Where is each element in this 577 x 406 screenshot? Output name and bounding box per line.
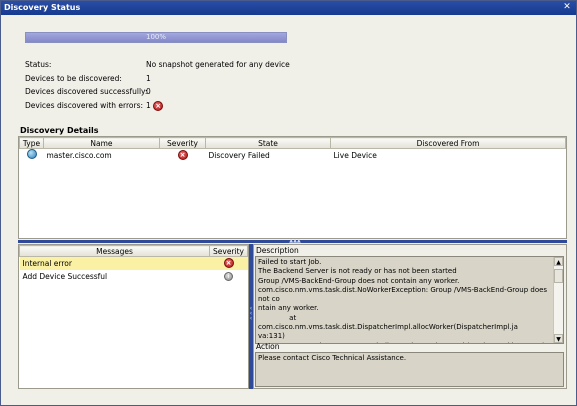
discovered-from-cell: Live Device xyxy=(333,150,377,160)
description-scrollbar[interactable]: ▲ ▼ xyxy=(553,257,563,343)
action-text: Please contact Cisco Technical Assistanc… xyxy=(258,354,407,362)
error-icon: × xyxy=(223,258,234,269)
detail-pane: Description Failed to start Job. The Bac… xyxy=(253,244,567,389)
status-value: No snapshot generated for any device xyxy=(146,60,290,69)
globe-icon xyxy=(26,149,37,160)
severity-cell: i xyxy=(210,270,248,283)
devices-successful-value: 0 xyxy=(146,87,151,96)
message-row[interactable]: Add Device Successful i xyxy=(20,270,248,283)
window-title: Discovery Status xyxy=(4,3,81,12)
type-cell xyxy=(20,149,44,162)
devices-successful-label: Devices discovered successfully: xyxy=(25,87,148,96)
message-cell: Add Device Successful xyxy=(22,271,108,281)
title-bar: Discovery Status ✕ xyxy=(1,1,576,15)
scroll-up-icon[interactable]: ▲ xyxy=(554,257,563,266)
name-cell: master.cisco.com xyxy=(46,150,112,160)
scroll-down-icon[interactable]: ▼ xyxy=(554,334,563,343)
discovery-details-table: Type Name Severity State Discovered From… xyxy=(18,136,567,239)
devices-to-discover-value: 1 xyxy=(146,74,151,83)
discovery-status-window: Discovery Status ✕ 100% Status: No snaps… xyxy=(0,0,577,406)
devices-errors-value-wrap: 1 × xyxy=(146,101,164,111)
action-label: Action xyxy=(256,342,280,351)
progress-label: 100% xyxy=(145,33,166,41)
description-label: Description xyxy=(256,246,299,255)
column-header-type[interactable]: Type xyxy=(19,137,44,149)
status-label: Status: xyxy=(25,60,52,69)
scroll-thumb[interactable] xyxy=(554,269,563,283)
state-cell: Discovery Failed xyxy=(208,150,270,160)
error-icon: × xyxy=(153,101,164,111)
description-text-area[interactable]: Failed to start Job. The Backend Server … xyxy=(255,256,564,344)
column-header-severity[interactable]: Severity xyxy=(159,137,206,149)
severity-cell: × xyxy=(209,256,248,270)
error-icon: × xyxy=(177,150,188,161)
devices-errors-label: Devices discovered with errors: xyxy=(25,101,144,110)
column-header-name[interactable]: Name xyxy=(43,137,160,149)
messages-table: Messages Severity Internal error × Add D… xyxy=(18,244,249,389)
column-header-messages[interactable]: Messages xyxy=(19,245,210,257)
devices-to-discover-label: Devices to be discovered: xyxy=(25,74,122,83)
devices-errors-value: 1 xyxy=(146,101,151,110)
column-header-severity[interactable]: Severity xyxy=(209,245,248,257)
close-icon[interactable]: ✕ xyxy=(562,2,572,12)
column-header-discovered-from[interactable]: Discovered From xyxy=(330,137,566,149)
column-header-state[interactable]: State xyxy=(205,137,331,149)
progress-bar: 100% xyxy=(25,32,287,43)
severity-cell: × xyxy=(160,149,206,162)
message-cell: Internal error xyxy=(19,256,210,270)
description-text: Failed to start Job. The Backend Server … xyxy=(258,258,548,343)
discovery-details-title: Discovery Details xyxy=(20,126,99,135)
action-text-area[interactable]: Please contact Cisco Technical Assistanc… xyxy=(255,352,564,387)
table-row[interactable]: master.cisco.com × Discovery Failed Live… xyxy=(20,149,566,162)
message-row-selected[interactable]: Internal error × xyxy=(19,256,248,270)
info-icon: i xyxy=(224,271,233,281)
